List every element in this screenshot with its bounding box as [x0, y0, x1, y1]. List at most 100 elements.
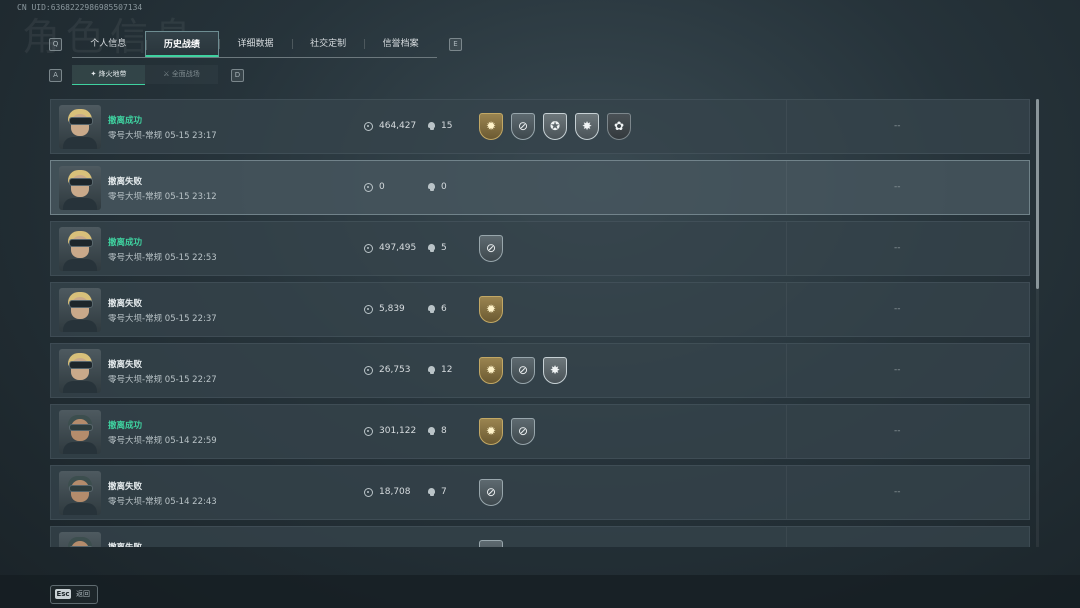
value-icon — [364, 183, 373, 192]
burst-glyph-icon: ✸ — [549, 363, 561, 377]
skull-icon — [427, 183, 436, 192]
match-row[interactable]: 撤离成功零号大坝-常规 05-15 22:53 497,495 5 -- ⊘ — [50, 221, 1030, 276]
star-glyph-icon: ✪ — [549, 119, 561, 133]
value-icon — [364, 244, 373, 253]
tab-4[interactable]: 信誉档案 — [364, 31, 437, 57]
skull-icon — [427, 488, 436, 497]
map-name: 零号大坝-常规 — [108, 375, 163, 385]
operator-avatar — [59, 166, 101, 210]
target-glyph-icon: ⊘ — [485, 241, 497, 255]
kill-count: 0 — [441, 182, 447, 192]
trophy-medal-icon[interactable]: ✿ — [607, 113, 631, 140]
match-row[interactable]: 撤离成功 零号大坝-常规 05-14 22:59 301,122 8 -- ✹ ⊘ — [50, 404, 1030, 459]
extraction-status: 撤离失败 — [108, 541, 142, 547]
extra-value: -- — [894, 182, 901, 192]
map-name: 零号大坝-常规 — [108, 314, 163, 324]
tab-next-key[interactable]: E — [449, 38, 462, 51]
match-map-time: 零号大坝-常规 05-15 22:37 — [108, 312, 217, 324]
sun-medal-icon[interactable]: ✹ — [479, 357, 503, 384]
sun-medal-icon[interactable]: ✹ — [479, 418, 503, 445]
match-history-list: 撤离成功 零号大坝-常规 05-15 23:17 464,427 15 -- ✹ ⊘ ✪ ✸ ✿ 撤… — [50, 99, 1030, 547]
match-row[interactable]: 撤离失败 零号大坝-常规 05-15 22:27 26,753 12 -- ✹ ⊘ ✸ — [50, 343, 1030, 398]
medal-list: ✹ — [479, 296, 511, 323]
target-medal-icon[interactable]: ⊘ — [479, 540, 503, 547]
extracted-value: 18,708 — [379, 487, 411, 497]
tab-prev-key[interactable]: Q — [49, 38, 62, 51]
match-time: 05-15 22:53 — [164, 253, 217, 263]
kill-count: 6 — [441, 304, 447, 314]
target-medal-icon[interactable]: ⊘ — [511, 357, 535, 384]
tab-0[interactable]: 个人信息 — [72, 31, 145, 57]
kill-count: 12 — [441, 365, 453, 375]
target-glyph-icon: ⊘ — [517, 119, 529, 133]
target-medal-icon[interactable]: ⊘ — [479, 479, 503, 506]
esc-key-icon: Esc — [55, 589, 71, 599]
kill-count: 5 — [441, 243, 447, 253]
match-row[interactable]: 撤离成功 零号大坝-常规 05-15 23:17 464,427 15 -- ✹ ⊘ ✪ ✸ ✿ — [50, 99, 1030, 154]
column-divider — [786, 344, 787, 397]
target-medal-icon[interactable]: ⊘ — [479, 235, 503, 262]
target-medal-icon[interactable]: ⊘ — [511, 113, 535, 140]
subtab-prev-key[interactable]: A — [49, 69, 62, 82]
operator-avatar — [59, 532, 101, 547]
operator-avatar — [59, 105, 101, 149]
medal-list: ✹ ⊘ — [479, 418, 543, 445]
match-time: 05-15 23:17 — [164, 131, 217, 141]
target-glyph-icon: ⊘ — [485, 485, 497, 499]
operator-avatar — [59, 471, 101, 515]
extracted-value: 26,753 — [379, 365, 411, 375]
burst-medal-icon[interactable]: ✸ — [543, 357, 567, 384]
scrollbar-thumb[interactable] — [1036, 99, 1039, 289]
match-row[interactable]: 撤离失败 零号大坝-常规 05-15 23:12 0 0 -- — [50, 160, 1030, 215]
match-row[interactable]: 撤离失败 ⊘ — [50, 526, 1030, 547]
extraction-status: 撤离失败 — [108, 482, 143, 492]
star-medal-icon[interactable]: ✪ — [543, 113, 567, 140]
value-icon — [364, 366, 373, 375]
uid-label: CN UID:6368222986985507134 — [17, 3, 143, 12]
match-time: 05-15 22:37 — [164, 314, 217, 324]
burst-glyph-icon: ✸ — [581, 119, 593, 133]
back-button[interactable]: Esc 返回 — [50, 585, 98, 604]
operator-avatar — [59, 410, 101, 454]
value-icon — [364, 122, 373, 131]
extracted-value: 497,495 — [379, 243, 417, 253]
subtab-label: 烽火地带 — [98, 70, 127, 78]
value-icon — [364, 305, 373, 314]
skull-icon — [427, 244, 436, 253]
battlefield-icon: ⚔ — [163, 70, 172, 78]
tab-1[interactable]: 历史战绩 — [144, 31, 220, 57]
medal-list: ⊘ — [479, 540, 511, 547]
match-map-time: 零号大坝-常规 05-15 23:12 — [108, 190, 217, 202]
subtab-next-key[interactable]: D — [231, 69, 244, 82]
tab-3[interactable]: 社交定制 — [291, 31, 365, 57]
subtab-1[interactable]: ⚔ 全面战场 — [145, 65, 218, 84]
extraction-status: 撤离成功 — [108, 116, 143, 126]
extra-value: -- — [894, 487, 901, 497]
target-glyph-icon: ⊘ — [517, 424, 529, 438]
sun-glyph-icon: ✹ — [485, 424, 497, 438]
medal-list: ✹ ⊘ ✪ ✸ ✿ — [479, 113, 639, 140]
sub-tabs: ✦ 烽火地带 ⚔ 全面战场 — [72, 65, 218, 85]
extraction-status: 撤离失败 — [108, 299, 143, 309]
skull-icon — [427, 305, 436, 314]
skull-icon — [427, 427, 436, 436]
extraction-status: 撤离失败 — [108, 360, 143, 370]
target-glyph-icon: ⊘ — [480, 546, 502, 547]
extra-value: -- — [894, 243, 901, 253]
match-row[interactable]: 撤离失败 零号大坝-常规 05-15 22:37 5,839 6 -- ✹ — [50, 282, 1030, 337]
extraction-status: 撤离成功 — [108, 238, 143, 248]
sun-medal-icon[interactable]: ✹ — [479, 296, 503, 323]
extra-value: -- — [894, 121, 901, 131]
sun-glyph-icon: ✹ — [485, 302, 497, 316]
column-divider — [786, 222, 787, 275]
target-medal-icon[interactable]: ⊘ — [511, 418, 535, 445]
burst-medal-icon[interactable]: ✸ — [575, 113, 599, 140]
extracted-value: 0 — [379, 182, 385, 192]
map-name: 零号大坝-常规 — [108, 497, 163, 507]
sun-medal-icon[interactable]: ✹ — [479, 113, 503, 140]
map-name: 零号大坝-常规 — [108, 253, 163, 263]
subtab-0[interactable]: ✦ 烽火地带 — [72, 65, 145, 85]
match-time: 05-15 23:12 — [164, 192, 217, 202]
match-row[interactable]: 撤离失败 零号大坝-常规 05-14 22:43 18,708 7 -- ⊘ — [50, 465, 1030, 520]
tab-2[interactable]: 详细数据 — [219, 31, 292, 57]
